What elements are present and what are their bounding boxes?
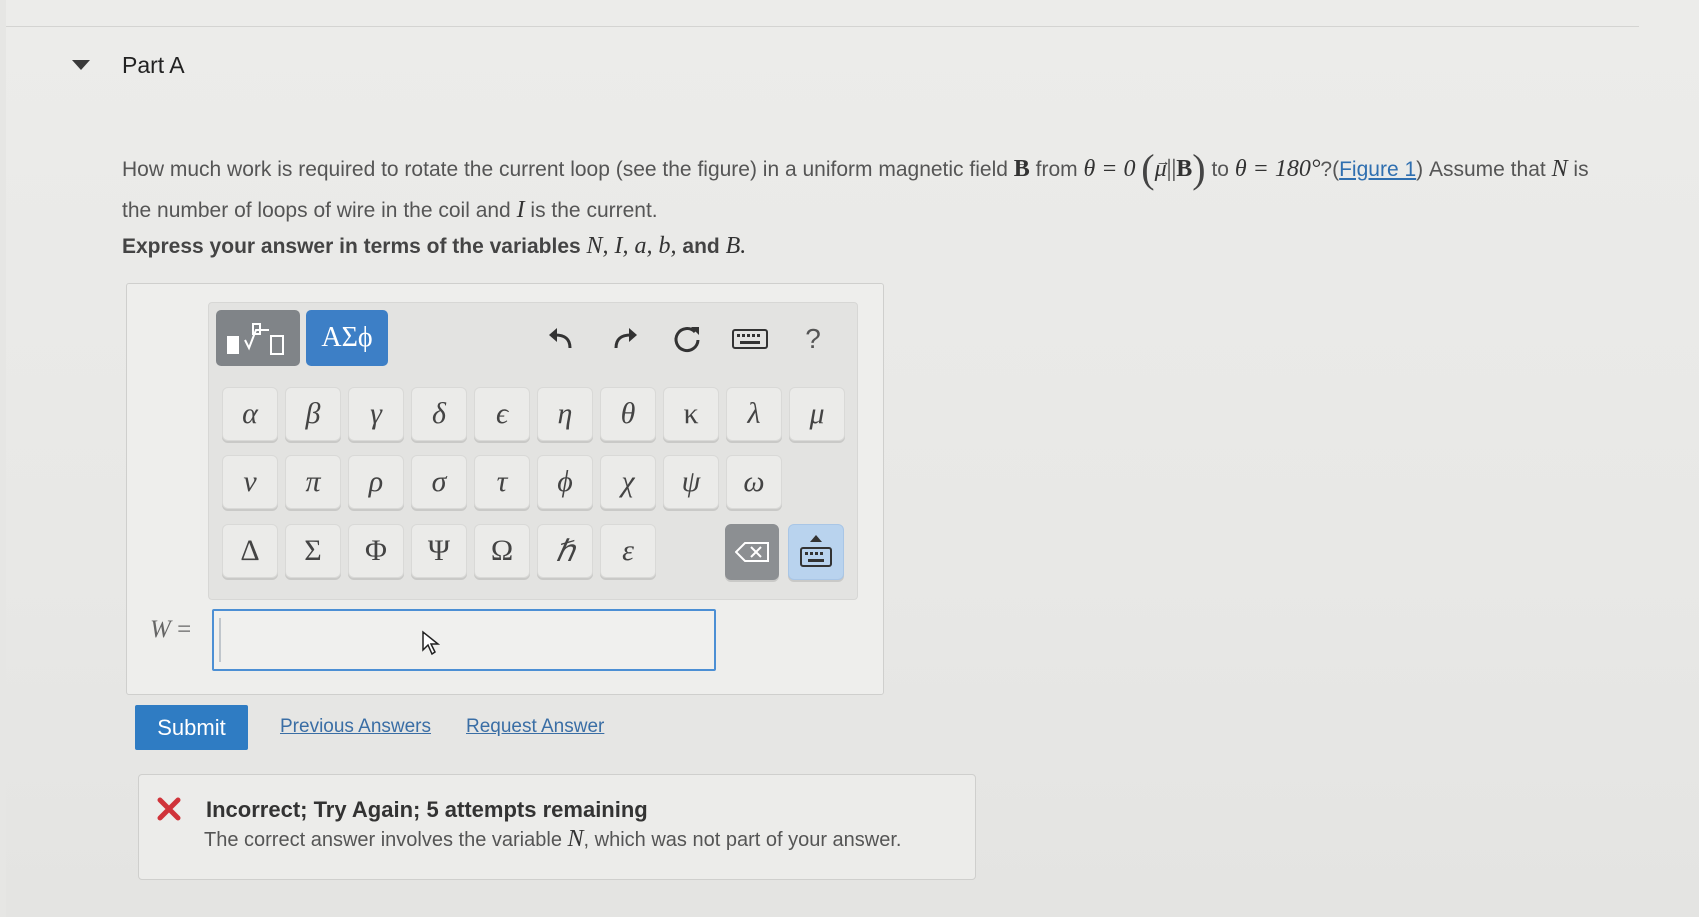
submit-button[interactable]: Submit <box>135 705 248 750</box>
collapse-caret-icon[interactable] <box>72 60 90 70</box>
b-vector: B <box>1176 156 1192 182</box>
symbol-key[interactable]: δ <box>411 387 467 441</box>
symbol-key[interactable]: ϵ <box>474 387 530 441</box>
var-n: N <box>1551 156 1568 182</box>
previous-answers-link[interactable]: Previous Answers <box>280 716 431 738</box>
symbol-key[interactable]: θ <box>600 387 656 441</box>
request-answer-link[interactable]: Request Answer <box>466 716 604 738</box>
symbol-key[interactable]: χ <box>600 455 656 509</box>
mu-vector: μ <box>1155 156 1167 182</box>
answer-variable: W <box>150 616 171 643</box>
instruction: Express your answer in terms of the vari… <box>122 233 746 260</box>
redo-icon[interactable] <box>605 322 645 356</box>
answer-input[interactable] <box>212 609 716 671</box>
backspace-button[interactable] <box>725 524 779 580</box>
theta-180: θ = 180° <box>1234 156 1321 182</box>
symbol-key[interactable]: Ψ <box>411 524 467 578</box>
question-segment: ) Assume that <box>1416 158 1546 181</box>
part-title[interactable]: Part A <box>122 52 185 79</box>
keyboard-toggle-icon <box>800 535 832 567</box>
symbol-key[interactable]: μ <box>789 387 845 441</box>
question-segment: is the current. <box>530 199 658 222</box>
symbol-key[interactable]: τ <box>474 455 530 509</box>
answer-variable-label: W = <box>150 616 191 644</box>
symbol-key[interactable]: ℏ <box>537 524 593 578</box>
error-x-icon <box>157 797 181 821</box>
symbol-key[interactable]: π <box>285 455 341 509</box>
help-button[interactable]: ? <box>793 322 833 356</box>
question-segment: from <box>1035 158 1078 181</box>
symbol-key[interactable]: ε <box>600 524 656 578</box>
symbol-key[interactable]: ϕ <box>537 455 593 509</box>
templates-icon <box>227 323 284 355</box>
symbols-button[interactable]: ΑΣϕ <box>306 310 388 366</box>
feedback-text: The correct answer involves the variable… <box>204 826 901 853</box>
question-segment: How much work is required to rotate the … <box>122 158 1008 181</box>
symbol-key[interactable]: Ω <box>474 524 530 578</box>
symbol-key[interactable]: γ <box>348 387 404 441</box>
text-caret <box>219 618 221 662</box>
symbol-key[interactable]: ρ <box>348 455 404 509</box>
symbol-key[interactable]: σ <box>411 455 467 509</box>
symbol-key[interactable]: κ <box>663 387 719 441</box>
instruction-text: Express your answer in terms of the vari… <box>122 235 581 258</box>
instruction-last-var: B. <box>725 233 747 259</box>
symbol-key[interactable]: ν <box>222 455 278 509</box>
theta-zero: θ = 0 <box>1083 156 1136 182</box>
instruction-vars: N, I, a, b, <box>586 233 677 259</box>
b-field-symbol: B <box>1014 156 1030 182</box>
reset-icon[interactable] <box>667 322 707 356</box>
symbol-key[interactable]: ψ <box>663 455 719 509</box>
question-segment: ?( <box>1320 158 1340 181</box>
symbol-key[interactable]: ω <box>726 455 782 509</box>
keyboard-icon[interactable] <box>730 322 770 356</box>
backspace-icon <box>735 542 769 562</box>
var-i: I <box>516 197 525 223</box>
divider <box>6 26 1639 27</box>
symbol-key[interactable]: Φ <box>348 524 404 578</box>
feedback-segment: , which was not part of your answer. <box>583 829 902 851</box>
mouse-pointer-icon <box>422 630 441 656</box>
equals-sign: = <box>177 616 192 643</box>
feedback-title: Incorrect; Try Again; 5 attempts remaini… <box>206 797 648 822</box>
feedback-variable: N <box>567 826 584 852</box>
symbol-key[interactable]: α <box>222 387 278 441</box>
question-segment: to <box>1211 158 1229 181</box>
instruction-and: and <box>682 235 720 258</box>
undo-icon[interactable] <box>541 322 581 356</box>
templates-button[interactable] <box>216 310 300 366</box>
keyboard-toggle-button[interactable] <box>788 524 844 580</box>
symbol-key[interactable]: Δ <box>222 524 278 578</box>
symbol-key[interactable]: η <box>537 387 593 441</box>
question-text: How much work is required to rotate the … <box>122 148 1622 231</box>
feedback-segment: The correct answer involves the variable <box>204 829 562 851</box>
figure-link[interactable]: Figure 1 <box>1339 158 1416 181</box>
symbol-key[interactable]: Σ <box>285 524 341 578</box>
symbol-key[interactable]: λ <box>726 387 782 441</box>
symbol-key[interactable]: β <box>285 387 341 441</box>
